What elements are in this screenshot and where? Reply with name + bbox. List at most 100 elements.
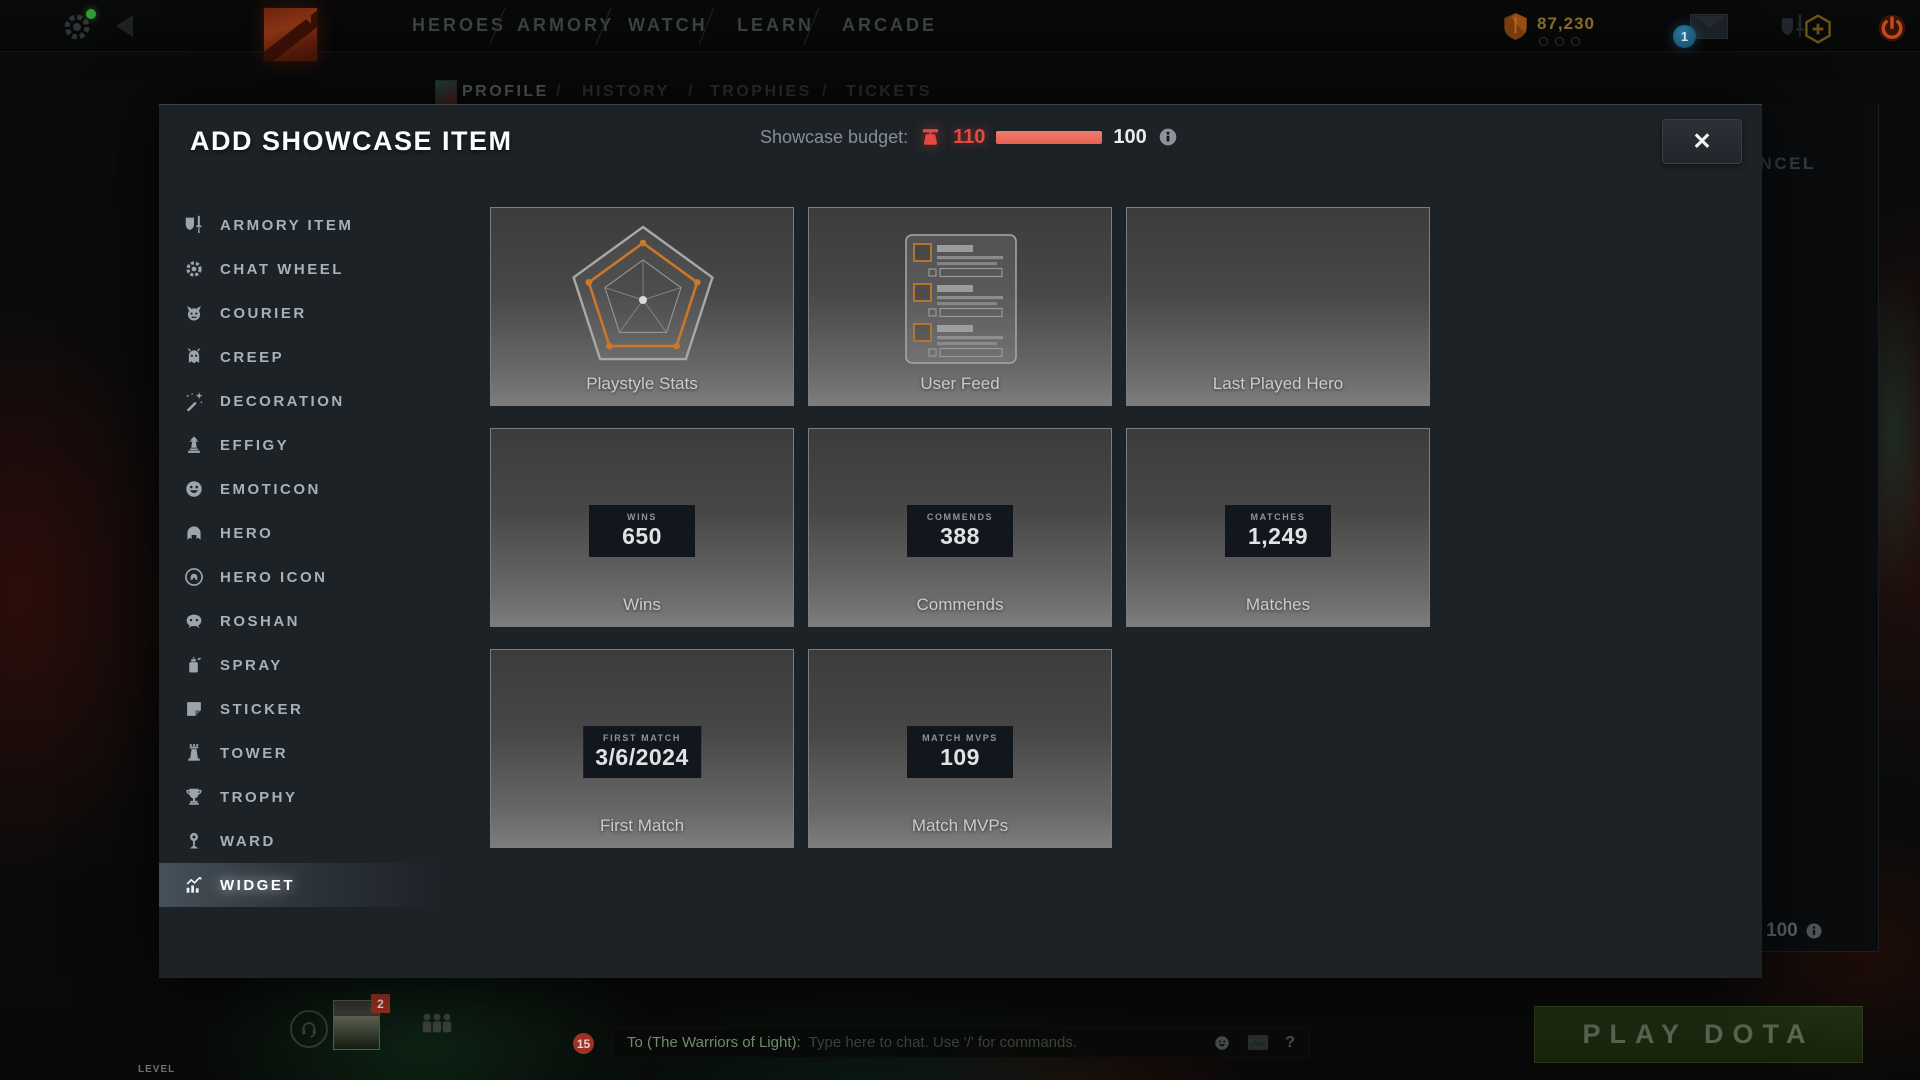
screen: HEROES ARMORY WATCH LEARN ARCADE 87,230 … [0,0,1920,1080]
chat-unread-badge: 15 [573,1033,594,1054]
sidebar-label: SPRAY [220,657,283,674]
stat-value: 1,249 [1248,523,1308,550]
sidebar-item-ward[interactable]: WARD [159,819,441,863]
budget-used-value: 110 [953,126,985,149]
chat-placeholder: Type here to chat. Use '/' for commands. [809,1034,1214,1051]
add-showcase-item-dialog: ADD SHOWCASE ITEM Showcase budget: 110 1… [159,104,1762,978]
stat-label: MATCHES [1250,512,1305,522]
stat-value: 388 [940,523,980,550]
background-showcase-panel: CANCEL 100 [1762,104,1879,952]
sidebar-item-sticker[interactable]: STICKER [159,687,441,731]
nav-learn[interactable]: LEARN [737,15,814,36]
shield-coin-icon [1502,12,1529,41]
tab-separator: / [822,83,826,101]
voice-headset-icon[interactable] [290,1010,328,1048]
top-nav-bar: HEROES ARMORY WATCH LEARN ARCADE 87,230 … [0,0,1920,52]
sidebar-label: ROSHAN [220,613,300,630]
stat-label: COMMENDS [927,512,993,522]
card-label: Match MVPs [809,816,1111,836]
sidebar-item-trophy[interactable]: TROPHY [159,775,441,819]
chat-help-icon[interactable]: ? [1285,1034,1295,1052]
chat-icons: ? [1213,1034,1295,1052]
friends-list-icon[interactable] [420,1012,454,1041]
shard-currency-icon[interactable] [1502,12,1529,46]
avatar-notification-badge: 2 [371,994,390,1013]
sidebar-item-spray[interactable]: SPRAY [159,643,441,687]
tab-profile[interactable]: PROFILE [462,83,549,101]
power-button-icon[interactable] [1876,12,1908,49]
emoticon-smiley-icon[interactable] [1213,1034,1231,1052]
sidebar-label: EMOTICON [220,481,321,498]
background-budget: 100 [1766,920,1823,942]
sidebar-item-emoticon[interactable]: EMOTICON [159,467,441,511]
card-wins[interactable]: WINS 650 Wins [490,428,794,627]
play-dota-label: PLAY DOTA [1582,1019,1814,1050]
sticker-icon [183,698,205,720]
play-dota-button[interactable]: PLAY DOTA [1534,1006,1863,1063]
nav-arcade[interactable]: ARCADE [842,15,937,36]
card-label: Matches [1127,595,1429,615]
budget-progress-fill [996,131,1102,144]
sidebar-item-roshan[interactable]: ROSHAN [159,599,441,643]
card-last-played-hero[interactable]: Last Played Hero [1126,207,1430,406]
spray-icon [183,654,205,676]
headset-icon [298,1018,320,1040]
sidebar-item-armory-item[interactable]: ARMORY ITEM [159,203,441,247]
stat-box: FIRST MATCH 3/6/2024 [583,726,701,778]
tab-history[interactable]: HISTORY [582,83,670,101]
tower-icon [183,742,205,764]
card-matches[interactable]: MATCHES 1,249 Matches [1126,428,1430,627]
profile-tabs-row: PROFILE / HISTORY / TROPHIES / TICKETS [0,78,1920,106]
close-icon: ✕ [1692,128,1711,155]
nav-watch[interactable]: WATCH [628,15,708,36]
card-label: Wins [491,595,793,615]
sidebar-label: EFFIGY [220,437,289,454]
settings-gear-icon[interactable] [60,10,94,44]
tab-separator: / [556,83,560,101]
dialog-title: ADD SHOWCASE ITEM [190,126,513,157]
sidebar-label: WIDGET [220,877,295,894]
card-match-mvps[interactable]: MATCH MVPS 109 Match MVPs [808,649,1112,848]
sidebar-item-decoration[interactable]: DECORATION [159,379,441,423]
image-attach-icon[interactable] [1247,1034,1269,1051]
sidebar-item-hero[interactable]: HERO [159,511,441,555]
card-label: Last Played Hero [1127,374,1429,394]
stat-label: FIRST MATCH [603,733,681,743]
effigy-icon [183,434,205,456]
close-button[interactable]: ✕ [1662,119,1742,164]
bottom-bar: 2 15 To (The Warriors of Light): Type he… [0,990,1920,1080]
card-playstyle-stats[interactable]: Playstyle Stats [490,207,794,406]
chat-input-bar[interactable]: 15 To (The Warriors of Light): Type here… [612,1027,1310,1058]
add-hexagon-icon[interactable] [1802,13,1834,50]
card-user-feed[interactable]: User Feed [808,207,1112,406]
stat-box: MATCH MVPS 109 [907,726,1013,778]
emoticon-icon [183,478,205,500]
tab-tickets[interactable]: TICKETS [846,83,932,101]
info-icon[interactable] [1158,127,1178,147]
sidebar-item-effigy[interactable]: EFFIGY [159,423,441,467]
people-icon [420,1012,454,1036]
level-label: LEVEL [138,1064,175,1075]
creep-icon [183,346,205,368]
sidebar-label: CHAT WHEEL [220,261,344,278]
sidebar-item-chat-wheel[interactable]: CHAT WHEEL [159,247,441,291]
card-label: User Feed [809,374,1111,394]
sidebar-item-hero-icon[interactable]: HERO ICON [159,555,441,599]
armory-item-icon [183,214,205,236]
dota-logo[interactable] [263,7,318,62]
sidebar-item-courier[interactable]: COURIER [159,291,441,335]
tab-trophies[interactable]: TROPHIES [710,83,812,101]
budget-progress-bar [996,131,1102,144]
nav-heroes[interactable]: HEROES [412,15,506,36]
hero-helmet-icon [183,522,205,544]
sidebar-item-widget[interactable]: WIDGET [159,863,441,907]
hero-icon-icon [183,566,205,588]
sidebar-item-tower[interactable]: TOWER [159,731,441,775]
sidebar-label: HERO ICON [220,569,328,586]
mail-badge: 1 [1673,25,1696,48]
card-first-match[interactable]: FIRST MATCH 3/6/2024 First Match [490,649,794,848]
roshan-icon [183,610,205,632]
sidebar-item-creep[interactable]: CREEP [159,335,441,379]
back-arrow-icon[interactable] [116,15,133,37]
card-commends[interactable]: COMMENDS 388 Commends [808,428,1112,627]
